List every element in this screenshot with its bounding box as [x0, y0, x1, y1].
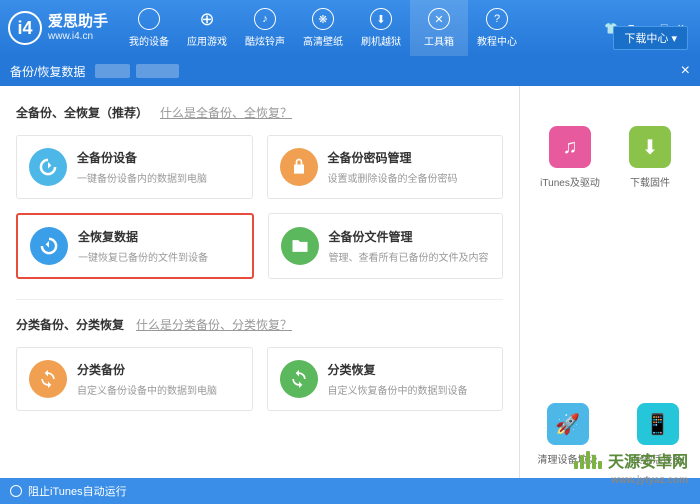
tab-label: 教程中心: [477, 33, 517, 48]
card-title: 全备份设备: [77, 149, 240, 166]
nav-tabs: 我的设备 ⊕ 应用游戏 ♪ 酷炫铃声 ❋ 高清壁纸 ⬇ 刷机越狱 ✕ 工具箱 ?…: [120, 0, 604, 56]
modal-title: 备份/恢复数据: [10, 63, 85, 80]
main-area: 全备份、全恢复（推荐） 什么是全备份、全恢复？ 全备份设备 一键备份设备内的数据…: [0, 86, 700, 486]
modal-titlebar: 备份/恢复数据 ×: [0, 56, 700, 86]
card-row-2: 全恢复数据 一键恢复已备份的文件到设备 全备份文件管理 管理、查看所有已备份的文…: [16, 213, 503, 279]
card-row-1: 全备份设备 一键备份设备内的数据到电脑 全备份密码管理 设置或删除设备的全备份密…: [16, 135, 503, 199]
card-title: 全备份密码管理: [328, 149, 491, 166]
full-section-title: 全备份、全恢复（推荐）: [16, 104, 148, 121]
full-restore-card[interactable]: 全恢复数据 一键恢复已备份的文件到设备: [16, 213, 254, 279]
right-tools-top: ♫ iTunes及驱动 ⬇ 下载固件: [530, 126, 690, 189]
footer-label: 阻止iTunes自动运行: [28, 483, 127, 499]
watermark-name: 天源安卓网: [608, 448, 688, 472]
backup-restore-panel: 全备份、全恢复（推荐） 什么是全备份、全恢复？ 全备份设备 一键备份设备内的数据…: [0, 86, 520, 486]
partial-section-header: 分类备份、分类恢复 什么是分类备份、分类恢复？: [16, 316, 503, 333]
card-desc: 一键恢复已备份的文件到设备: [78, 249, 240, 264]
app-name: 爱思助手: [48, 14, 108, 31]
card-desc: 自定义恢复备份中的数据到设备: [328, 382, 491, 397]
logo-icon: i4: [8, 11, 42, 45]
partial-section-help-link[interactable]: 什么是分类备份、分类恢复？: [136, 316, 292, 333]
app-logo: i4 爱思助手 www.i4.cn: [8, 11, 108, 45]
tool-label: iTunes及驱动: [540, 174, 600, 189]
itunes-driver-button[interactable]: ♫ iTunes及驱动: [535, 126, 605, 189]
tools-icon: ✕: [428, 8, 450, 30]
apple-icon: [138, 8, 160, 30]
full-section-help-link[interactable]: 什么是全备份、全恢复？: [160, 104, 292, 121]
card-title: 分类恢复: [328, 361, 491, 378]
card-desc: 设置或删除设备的全备份密码: [328, 170, 491, 185]
device-badge-1: [95, 64, 129, 78]
backup-icon: [29, 148, 67, 186]
tab-ringtones[interactable]: ♪ 酷炫铃声: [236, 0, 294, 56]
tab-my-device[interactable]: 我的设备: [120, 0, 178, 56]
section-divider: [16, 299, 503, 300]
watermark: 天源安卓网 www.jytyaz.com: [574, 448, 688, 472]
radio-icon: [10, 485, 22, 497]
tab-tutorials[interactable]: ? 教程中心: [468, 0, 526, 56]
tab-label: 刷机越狱: [361, 33, 401, 48]
app-header: i4 爱思助手 www.i4.cn 我的设备 ⊕ 应用游戏 ♪ 酷炫铃声 ❋ 高…: [0, 0, 700, 56]
help-icon: ?: [486, 8, 508, 30]
lock-icon: [280, 148, 318, 186]
flash-icon: ⬇: [370, 8, 392, 30]
download-center-button[interactable]: 下载中心 ▾: [613, 26, 688, 50]
app-url: www.i4.cn: [48, 31, 108, 42]
card-row-3: 分类备份 自定义备份设备中的数据到电脑 分类恢复 自定义恢复备份中的数据到设备: [16, 347, 503, 411]
tab-flash[interactable]: ⬇ 刷机越狱: [352, 0, 410, 56]
card-desc: 一键备份设备内的数据到电脑: [77, 170, 240, 185]
full-section-header: 全备份、全恢复（推荐） 什么是全备份、全恢复？: [16, 104, 503, 121]
full-backup-card[interactable]: 全备份设备 一键备份设备内的数据到电脑: [16, 135, 253, 199]
right-tool-panel: ♫ iTunes及驱动 ⬇ 下载固件 🚀 清理设备垃圾 📱 反激活设备: [520, 86, 700, 486]
sync-restore-icon: [280, 360, 318, 398]
partial-section-title: 分类备份、分类恢复: [16, 316, 124, 333]
card-desc: 自定义备份设备中的数据到电脑: [77, 382, 240, 397]
folder-icon: [281, 227, 319, 265]
rocket-icon: 🚀: [547, 403, 589, 445]
tab-label: 酷炫铃声: [245, 33, 285, 48]
tab-label: 我的设备: [129, 33, 169, 48]
tab-toolbox[interactable]: ✕ 工具箱: [410, 0, 468, 56]
card-title: 全备份文件管理: [329, 228, 491, 245]
tab-wallpaper[interactable]: ❋ 高清壁纸: [294, 0, 352, 56]
card-title: 分类备份: [77, 361, 240, 378]
download-icon: ⬇: [629, 126, 671, 168]
phone-icon: 📱: [637, 403, 679, 445]
itunes-icon: ♫: [549, 126, 591, 168]
tab-label: 高清壁纸: [303, 33, 343, 48]
card-title: 全恢复数据: [78, 228, 240, 245]
wallpaper-icon: ❋: [312, 8, 334, 30]
sync-icon: [29, 360, 67, 398]
device-badge-2: [136, 64, 180, 78]
restore-icon: [30, 227, 68, 265]
file-mgmt-card[interactable]: 全备份文件管理 管理、查看所有已备份的文件及内容: [268, 213, 504, 279]
tool-label: 下载固件: [630, 174, 670, 189]
bell-icon: ♪: [254, 8, 276, 30]
status-bar: 阻止iTunes自动运行: [0, 478, 700, 504]
watermark-logo-icon: [574, 451, 602, 469]
download-firmware-button[interactable]: ⬇ 下载固件: [615, 126, 685, 189]
category-restore-card[interactable]: 分类恢复 自定义恢复备份中的数据到设备: [267, 347, 504, 411]
tab-label: 工具箱: [424, 33, 454, 48]
apps-icon: ⊕: [196, 8, 218, 30]
watermark-url: www.jytyaz.com: [611, 475, 688, 486]
tab-apps[interactable]: ⊕ 应用游戏: [178, 0, 236, 56]
category-backup-card[interactable]: 分类备份 自定义备份设备中的数据到电脑: [16, 347, 253, 411]
tab-label: 应用游戏: [187, 33, 227, 48]
password-mgmt-card[interactable]: 全备份密码管理 设置或删除设备的全备份密码: [267, 135, 504, 199]
block-itunes-toggle[interactable]: 阻止iTunes自动运行: [10, 483, 127, 499]
modal-close-button[interactable]: ×: [681, 62, 690, 80]
card-desc: 管理、查看所有已备份的文件及内容: [329, 249, 491, 264]
